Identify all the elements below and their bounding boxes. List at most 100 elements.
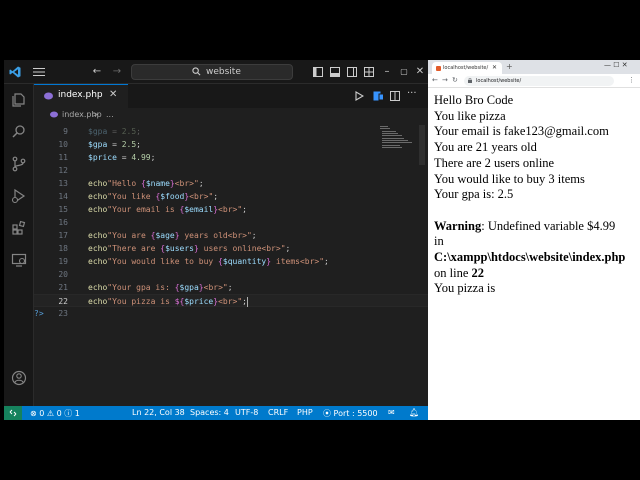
line-number: 14 bbox=[58, 192, 68, 201]
code-text: $gpa = 2.5; bbox=[88, 127, 141, 136]
explorer-icon[interactable] bbox=[11, 92, 27, 108]
minimap[interactable] bbox=[380, 125, 416, 149]
toggle-secondary-sidebar-icon[interactable] bbox=[347, 67, 357, 77]
line-number: 12 bbox=[58, 166, 68, 175]
code-editor[interactable]: 9 $gpa = 2.5; 10 $gpa = 2.5; 11 $price = 4.99… bbox=[34, 125, 428, 365]
tab-label: index.php bbox=[58, 90, 103, 100]
run-debug-icon[interactable] bbox=[11, 188, 27, 204]
browser-tab[interactable]: localhost/website/ ✕ bbox=[432, 62, 502, 74]
close-window-icon[interactable]: ✕ bbox=[413, 65, 427, 79]
browser-tab-strip: localhost/website/ ✕ + — ☐ ✕ bbox=[428, 60, 640, 74]
output-line: There are 2 users online bbox=[434, 155, 555, 170]
remote-explorer-icon[interactable] bbox=[11, 252, 27, 268]
browser-tab-close-icon[interactable]: ✕ bbox=[492, 64, 497, 71]
browser-window: localhost/website/ ✕ + — ☐ ✕ ← → ↻ local… bbox=[428, 60, 640, 420]
code-line[interactable]: 10 $gpa = 2.5; bbox=[34, 138, 428, 151]
line-number: 11 bbox=[58, 153, 68, 162]
run-file-icon[interactable] bbox=[355, 91, 364, 101]
code-line[interactable]: 19 echo"You would like to buy {$quantity}… bbox=[34, 255, 428, 268]
editor-area: index.php ✕ ··· index.php > ... 9 $gpa = … bbox=[34, 84, 428, 406]
tab-close-icon[interactable]: ✕ bbox=[109, 89, 117, 100]
breadcrumb-symbol[interactable]: ... bbox=[106, 110, 114, 119]
tab-index-php[interactable]: index.php ✕ bbox=[34, 84, 128, 108]
code-text: $price = 4.99; bbox=[88, 153, 156, 162]
on-line-text: on line bbox=[434, 265, 472, 280]
new-tab-button[interactable]: + bbox=[506, 62, 513, 71]
more-actions-icon[interactable]: ··· bbox=[407, 88, 417, 99]
code-line[interactable]: 9 $gpa = 2.5; bbox=[34, 125, 428, 138]
code-line[interactable]: 11 $price = 4.99; bbox=[34, 151, 428, 164]
code-text: $gpa = 2.5; bbox=[88, 140, 141, 149]
line-number: 21 bbox=[58, 283, 68, 292]
code-line[interactable]: 15 echo"Your email is {$email}<br>"; bbox=[34, 203, 428, 216]
toggle-primary-sidebar-icon[interactable] bbox=[313, 67, 323, 77]
line-number: 10 bbox=[58, 140, 68, 149]
line-number: 19 bbox=[58, 257, 68, 266]
indentation[interactable]: Spaces: 4 bbox=[190, 408, 229, 417]
error-icon: ⊗ bbox=[30, 409, 37, 418]
end-of-line[interactable]: CRLF bbox=[268, 408, 288, 417]
forward-arrow-icon[interactable]: → bbox=[110, 65, 124, 79]
encoding[interactable]: UTF-8 bbox=[235, 408, 258, 417]
maximize-icon[interactable]: ▢ bbox=[397, 65, 411, 79]
toggle-panel-icon[interactable] bbox=[330, 67, 340, 77]
activity-bar bbox=[4, 84, 34, 406]
output-line: You are 21 years old bbox=[434, 140, 537, 155]
cursor-position[interactable]: Ln 22, Col 38 bbox=[132, 408, 185, 417]
php-file-icon bbox=[44, 92, 53, 100]
extensions-icon[interactable] bbox=[11, 220, 27, 236]
code-line[interactable]: 21 echo"Your gpa is: {$gpa}<br>"; bbox=[34, 281, 428, 294]
code-line[interactable]: 14 echo"You like {$food}<br>"; bbox=[34, 190, 428, 203]
browser-toolbar: ← → ↻ localhost/website/ ⋮ bbox=[428, 74, 640, 88]
source-control-icon[interactable] bbox=[11, 156, 27, 172]
output-line: You would like to buy 3 items bbox=[434, 171, 585, 186]
line-number: 9 bbox=[63, 127, 68, 136]
line-number: 20 bbox=[58, 270, 68, 279]
php-warning: Warning: Undefined variable $4.99 bbox=[434, 219, 640, 235]
browser-window-controls[interactable]: — ☐ ✕ bbox=[604, 61, 628, 69]
vertical-scrollbar[interactable] bbox=[418, 125, 426, 405]
minimize-icon[interactable]: – bbox=[380, 65, 394, 79]
address-bar[interactable]: localhost/website/ bbox=[464, 76, 614, 86]
output-line: Your email is fake123@gmail.com bbox=[434, 124, 609, 139]
open-preview-icon[interactable] bbox=[373, 91, 384, 101]
error-count: 0 bbox=[39, 409, 45, 418]
browser-forward-icon[interactable]: → bbox=[442, 76, 448, 84]
language-mode[interactable]: PHP bbox=[297, 408, 313, 417]
warning-count: 0 bbox=[56, 409, 62, 418]
browser-menu-icon[interactable]: ⋮ bbox=[628, 76, 635, 84]
browser-back-icon[interactable]: ← bbox=[432, 76, 438, 84]
code-line[interactable]: 22 echo"You pizza is ${$price}<br>"; bbox=[34, 294, 428, 307]
code-line[interactable]: 17 echo"You are {$age} years old<br>"; bbox=[34, 229, 428, 242]
code-line[interactable]: 16 bbox=[34, 216, 428, 229]
split-editor-icon[interactable] bbox=[390, 91, 400, 101]
feedback-icon[interactable]: ✉ bbox=[388, 408, 395, 417]
menu-icon[interactable] bbox=[33, 67, 45, 77]
back-arrow-icon[interactable]: ← bbox=[90, 65, 104, 79]
accounts-icon[interactable] bbox=[11, 370, 27, 386]
problems-indicator[interactable]: ⊗ 0 ⚠ 0 ⓘ 1 bbox=[30, 408, 80, 419]
port-label: Port : 5500 bbox=[333, 409, 378, 418]
remote-indicator[interactable] bbox=[4, 406, 22, 420]
code-line[interactable]: 13 echo"Hello {$name}<br>"; bbox=[34, 177, 428, 190]
warning-text: : Undefined variable $4.99 bbox=[481, 218, 616, 233]
code-line[interactable]: 23 ?> bbox=[34, 307, 428, 320]
command-center-search[interactable]: website bbox=[131, 64, 293, 80]
code-line[interactable]: 12 bbox=[34, 164, 428, 177]
code-text: echo"There are {$users} users online<br>… bbox=[88, 244, 291, 253]
warning-line: on line 22 bbox=[434, 266, 640, 282]
search-sidebar-icon[interactable] bbox=[11, 124, 27, 140]
text-cursor bbox=[247, 296, 248, 307]
warning-path: C:\xampp\htdocs\website\index.php bbox=[434, 250, 640, 266]
customize-layout-icon[interactable] bbox=[364, 67, 374, 77]
notifications-bell-icon[interactable]: 🔔︎ bbox=[409, 408, 419, 417]
warning-icon: ⚠ bbox=[46, 409, 55, 418]
code-line[interactable]: 20 bbox=[34, 268, 428, 281]
live-server-port[interactable]: ⦿ Port : 5500 bbox=[323, 408, 378, 419]
browser-reload-icon[interactable]: ↻ bbox=[452, 76, 458, 84]
warning-label: Warning bbox=[434, 218, 482, 233]
warning-path-text: C:\xampp\htdocs\website\index.php bbox=[434, 250, 626, 265]
code-line[interactable]: 18 echo"There are {$users} users online<b… bbox=[34, 242, 428, 255]
vscode-logo-icon bbox=[9, 66, 21, 78]
